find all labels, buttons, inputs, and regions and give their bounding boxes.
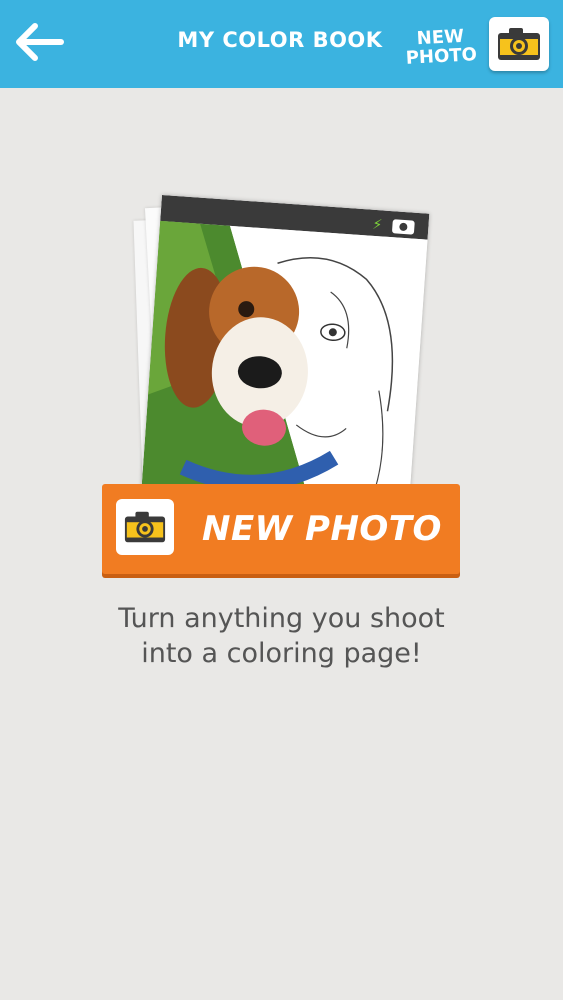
sample-illustration: ⚡ bbox=[130, 185, 440, 513]
page-title: MY COLOR BOOK bbox=[177, 28, 383, 52]
new-photo-line2: PHOTO bbox=[405, 44, 478, 69]
camera-button[interactable] bbox=[489, 17, 549, 71]
new-photo-link[interactable]: NEW PHOTO bbox=[404, 26, 478, 74]
dog-photo-card: ⚡ bbox=[141, 195, 430, 513]
new-photo-button[interactable]: NEW PHOTO bbox=[102, 484, 460, 574]
camera-box bbox=[116, 499, 174, 555]
tagline: Turn anything you shoot into a coloring … bbox=[40, 601, 523, 671]
tagline-line2: into a coloring page! bbox=[141, 638, 422, 669]
arrow-left-icon bbox=[16, 23, 64, 61]
flash-icon: ⚡ bbox=[372, 217, 383, 234]
camera-icon bbox=[498, 28, 540, 60]
camera-switch-icon bbox=[392, 219, 415, 235]
tagline-line1: Turn anything you shoot bbox=[118, 603, 445, 634]
new-photo-button-label: NEW PHOTO bbox=[202, 509, 442, 549]
back-button[interactable] bbox=[10, 18, 68, 66]
top-bar: MY COLOR BOOK NEW PHOTO bbox=[0, 0, 563, 88]
camera-icon bbox=[124, 511, 166, 543]
